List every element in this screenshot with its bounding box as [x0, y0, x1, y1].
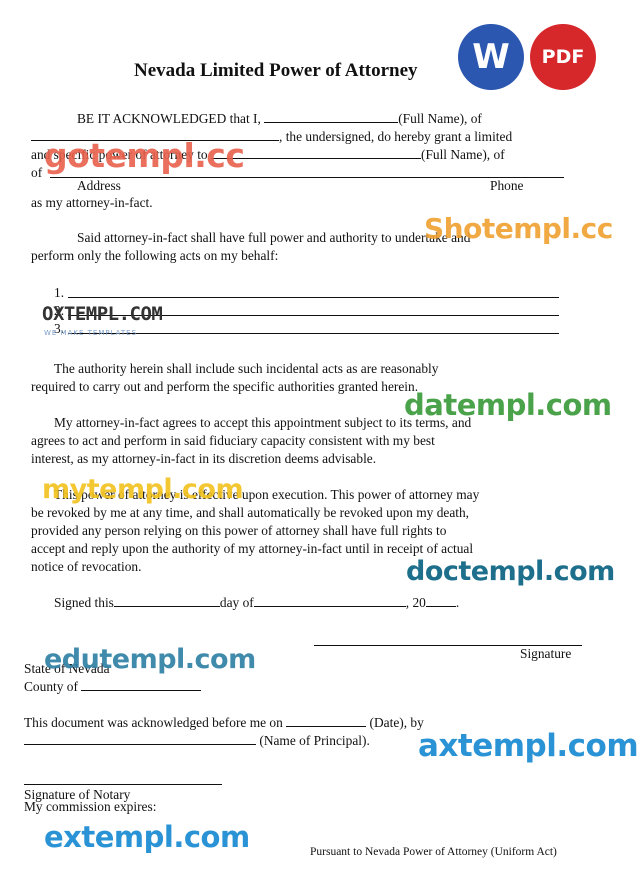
county-label: County of: [24, 679, 78, 694]
watermark-oxtempl-tagline: WE MAKE TEMPLATES: [44, 329, 138, 337]
notary-signature-field[interactable]: [24, 784, 222, 785]
watermark-gotempl: gotempl.cc: [44, 136, 245, 175]
para2-line1: Said attorney-in-fact shall have full po…: [77, 230, 471, 245]
signed-year-field[interactable]: [425, 594, 456, 607]
pdf-icon[interactable]: PDF: [530, 24, 596, 90]
para2-line2: perform only the following acts on my be…: [31, 248, 279, 263]
ack-line1: This document was acknowledged before me…: [24, 714, 424, 732]
address-label: Address: [77, 178, 121, 193]
signed-label: Signed this: [54, 595, 114, 610]
word-icon[interactable]: W: [458, 24, 524, 90]
day-of-label: day of: [219, 595, 254, 610]
act-item-3-field[interactable]: [68, 333, 559, 334]
name-of-principal-label: (Name of Principal).: [259, 733, 370, 748]
para4-line3: interest, as my attorney-in-fact in its …: [31, 451, 377, 466]
county-line: County of: [24, 678, 202, 696]
para1-line1: BE IT ACKNOWLEDGED that I, (Full Name), …: [77, 110, 482, 128]
county-field[interactable]: [81, 678, 202, 691]
para5-line2: be revoked by me at any time, and shall …: [31, 505, 470, 520]
grant-text: , the undersigned, do hereby grant a lim…: [279, 129, 513, 144]
ack-line2: (Name of Principal).: [24, 732, 370, 750]
act-item-1-field[interactable]: [68, 297, 559, 298]
signed-month-field[interactable]: [253, 594, 406, 607]
signed-line: Signed this day of , 20.: [54, 594, 459, 612]
full-name-label-1: (Full Name), of: [398, 111, 482, 126]
of-label: of: [31, 165, 43, 180]
principal-name-notary-field[interactable]: [24, 732, 256, 745]
watermark-doctempl: doctempl.com: [406, 556, 615, 587]
watermark-oxtempl: OXTEMPL.COM: [42, 303, 163, 325]
principal-name-field[interactable]: [264, 110, 399, 123]
para5-line5: notice of revocation.: [31, 559, 142, 574]
para1-intro: BE IT ACKNOWLEDGED that I,: [77, 111, 261, 126]
footer-note: Pursuant to Nevada Power of Attorney (Un…: [310, 846, 557, 858]
document-title: Nevada Limited Power of Attorney: [134, 60, 418, 81]
date-label: (Date), by: [369, 715, 424, 730]
attorney-address-field[interactable]: [50, 177, 564, 178]
watermark-mytempl: mytempl.com: [42, 474, 244, 505]
watermark-axtempl: axtempl.com: [418, 728, 639, 764]
phone-label: Phone: [490, 178, 524, 193]
para5-line3: provided any person relying on this powe…: [31, 523, 447, 538]
ack-date-field[interactable]: [286, 714, 367, 727]
signed-day-field[interactable]: [113, 594, 220, 607]
para3-line1: The authority herein shall include such …: [54, 361, 439, 376]
year-prefix: , 20: [405, 595, 426, 610]
ack-text: This document was acknowledged before me…: [24, 715, 283, 730]
para4-line2: agrees to act and perform in said fiduci…: [31, 433, 435, 448]
para1-line5: as my attorney-in-fact.: [31, 195, 153, 210]
commission-label: My commission expires:: [24, 799, 157, 814]
watermark-datempl: datempl.com: [404, 388, 612, 422]
signature-label: Signature: [520, 646, 572, 661]
full-name-label-2: (Full Name), of: [420, 147, 505, 162]
signed-period: .: [455, 595, 460, 610]
watermark-shotempl: Shotempl.cc: [424, 212, 613, 245]
para3-line2: required to carry out and perform the sp…: [31, 379, 419, 394]
para1-line4: of: [31, 164, 42, 182]
watermark-extempl: extempl.com: [44, 820, 250, 854]
act-item-1-number: 1.: [54, 285, 65, 300]
watermark-edutempl: edutempl.com: [44, 644, 256, 675]
